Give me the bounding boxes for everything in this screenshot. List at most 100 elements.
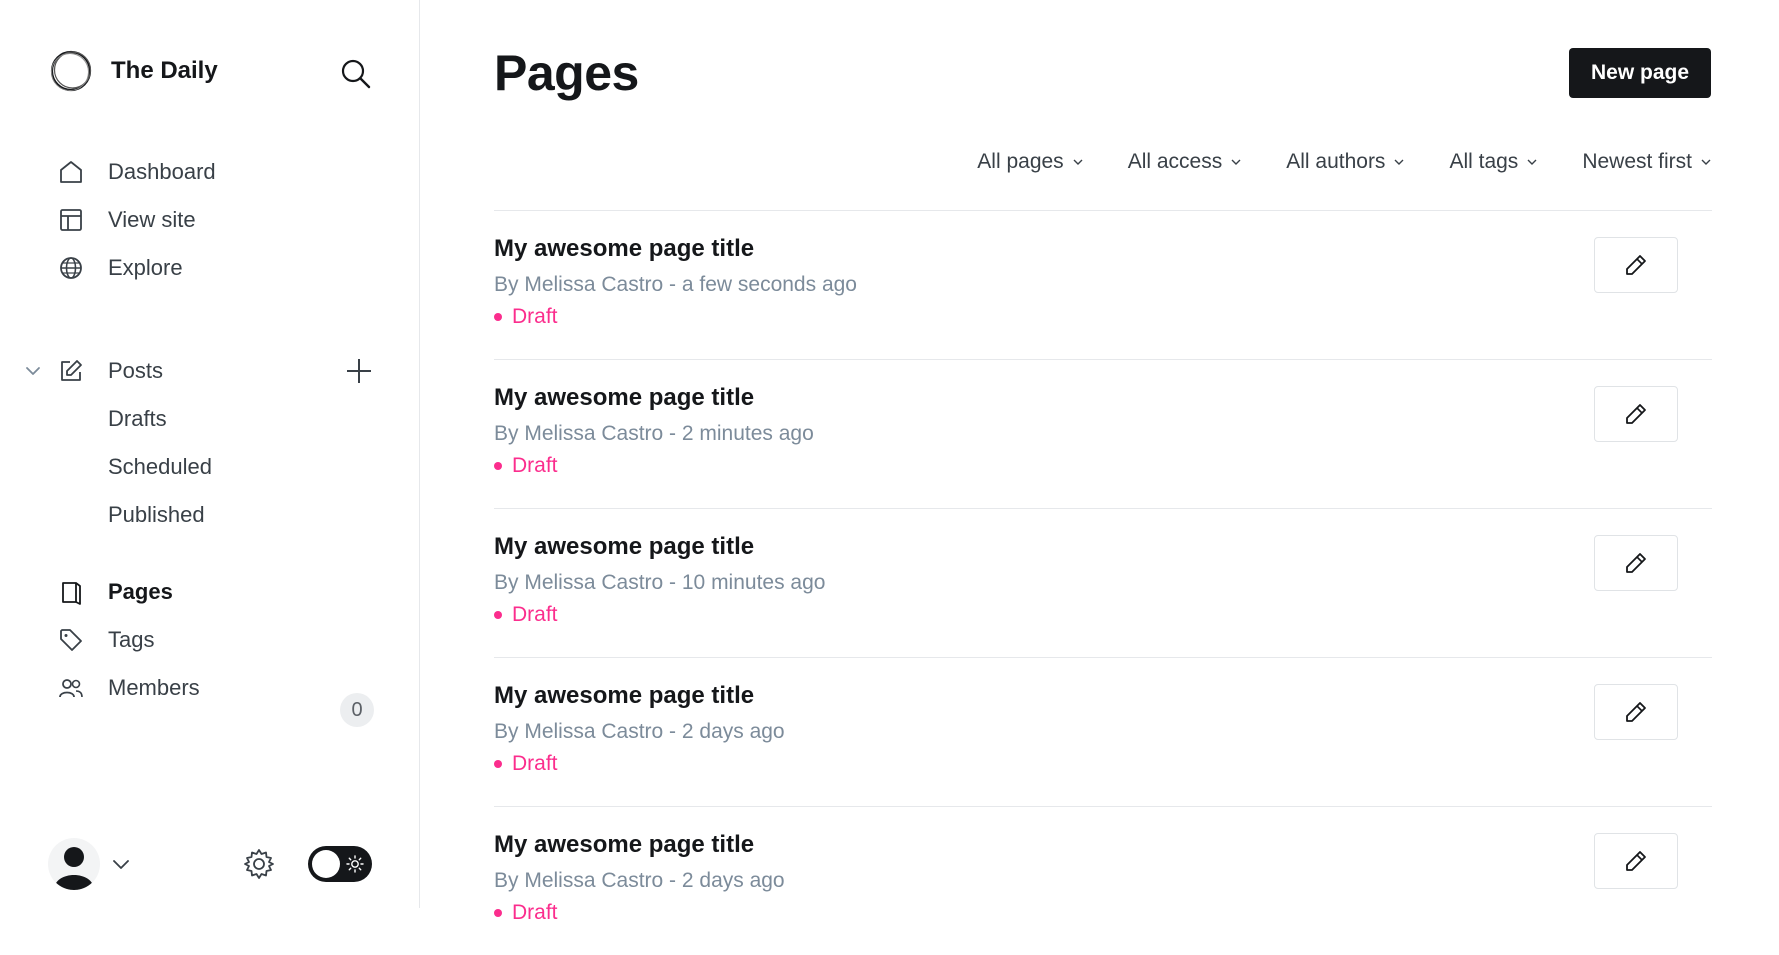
nav-members[interactable]: Members xyxy=(56,670,200,706)
nav-scheduled-label: Scheduled xyxy=(108,454,212,479)
list-item[interactable]: My awesome page title By Melissa Castro … xyxy=(494,657,1712,806)
pencil-icon xyxy=(1626,851,1646,871)
filter-authors-dropdown[interactable]: All authors xyxy=(1286,150,1405,174)
page-meta: By Melissa Castro - 10 minutes ago xyxy=(494,571,826,594)
user-avatar-icon xyxy=(54,847,94,890)
brand[interactable]: The Daily xyxy=(48,48,218,94)
nav-dashboard[interactable]: Dashboard xyxy=(56,154,216,190)
filter-label: All access xyxy=(1127,150,1223,173)
home-icon xyxy=(56,157,86,187)
list-item[interactable]: My awesome page title By Melissa Castro … xyxy=(494,806,1712,955)
status-label: Draft xyxy=(512,305,558,328)
nav-tags-label: Tags xyxy=(108,627,155,652)
page-title-link[interactable]: My awesome page title xyxy=(494,682,754,710)
nav-scheduled[interactable]: Scheduled xyxy=(108,449,212,485)
chevron-down-icon xyxy=(1527,159,1537,165)
new-page-button[interactable]: New page xyxy=(1569,48,1711,98)
status-label: Draft xyxy=(512,454,558,477)
page-meta: By Melissa Castro - a few seconds ago xyxy=(494,273,857,296)
page-title-link[interactable]: My awesome page title xyxy=(494,831,754,859)
nav-explore-label: Explore xyxy=(108,255,183,280)
status-label: Draft xyxy=(512,752,558,775)
nav-members-label: Members xyxy=(108,675,200,700)
status-badge: Draft xyxy=(494,603,558,627)
status-label: Draft xyxy=(512,901,558,924)
status-dot xyxy=(494,909,502,917)
tag-icon xyxy=(56,625,86,655)
nav-explore[interactable]: Explore xyxy=(56,250,183,286)
nav-posts-label: Posts xyxy=(108,358,164,383)
page-title: Pages xyxy=(494,45,639,101)
pencil-icon xyxy=(1626,553,1646,573)
pencil-icon xyxy=(1626,702,1646,722)
edit-page-button[interactable] xyxy=(1594,237,1678,293)
status-badge: Draft xyxy=(494,454,558,478)
filter-access-dropdown[interactable]: All access xyxy=(1128,150,1243,174)
avatar[interactable] xyxy=(48,838,100,890)
filter-pages-dropdown[interactable]: All pages xyxy=(977,150,1083,174)
filter-label: Newest first xyxy=(1582,150,1692,173)
chevron-down-icon xyxy=(1073,159,1083,165)
pencil-icon xyxy=(1626,255,1646,275)
edit-page-button[interactable] xyxy=(1594,684,1678,740)
list-item[interactable]: My awesome page title By Melissa Castro … xyxy=(494,359,1712,508)
chevron-down-icon xyxy=(1231,159,1241,165)
edit-page-button[interactable] xyxy=(1594,833,1678,889)
page-title-link[interactable]: My awesome page title xyxy=(494,533,754,561)
main-content: Pages New page All pages All access All … xyxy=(494,0,1712,924)
nav-published-label: Published xyxy=(108,502,205,527)
layout-icon xyxy=(56,205,86,235)
nav-tags[interactable]: Tags xyxy=(56,622,154,658)
filter-bar: All pages All access All authors All tag… xyxy=(933,150,1712,174)
nav-pages[interactable]: Pages xyxy=(56,574,173,610)
page-title-link[interactable]: My awesome page title xyxy=(494,384,754,412)
page-meta: By Melissa Castro - 2 days ago xyxy=(494,869,785,892)
search-icon[interactable] xyxy=(338,56,374,92)
chevron-down-icon xyxy=(1394,159,1404,165)
edit-page-button[interactable] xyxy=(1594,386,1678,442)
status-dot xyxy=(494,462,502,470)
filter-tags-dropdown[interactable]: All tags xyxy=(1449,150,1538,174)
gear-icon[interactable] xyxy=(242,847,276,881)
nav-posts[interactable]: Posts xyxy=(56,353,163,389)
user-menu-chevron-icon[interactable] xyxy=(110,853,132,875)
status-badge: Draft xyxy=(494,901,558,925)
chevron-down-icon[interactable] xyxy=(22,360,44,382)
page-meta: By Melissa Castro - 2 minutes ago xyxy=(494,422,814,445)
filter-label: All pages xyxy=(977,150,1064,173)
filter-label: All authors xyxy=(1286,150,1386,173)
pencil-icon xyxy=(1626,404,1646,424)
list-item[interactable]: My awesome page title By Melissa Castro … xyxy=(494,508,1712,657)
status-label: Draft xyxy=(512,603,558,626)
edit-page-button[interactable] xyxy=(1594,535,1678,591)
brand-logo-icon xyxy=(50,50,92,92)
nav-published[interactable]: Published xyxy=(108,497,205,533)
list-item[interactable]: My awesome page title By Melissa Castro … xyxy=(494,210,1712,359)
theme-toggle[interactable] xyxy=(308,846,372,882)
sidebar: The Daily Dashboard View site Explore Po… xyxy=(0,0,420,908)
nav-view-site-label: View site xyxy=(108,207,196,232)
sun-icon xyxy=(346,855,364,873)
users-icon xyxy=(56,673,86,703)
nav-pages-label: Pages xyxy=(108,579,173,604)
members-count-badge: 0 xyxy=(340,693,374,727)
toggle-knob xyxy=(312,850,340,878)
brand-name: The Daily xyxy=(111,57,218,84)
status-badge: Draft xyxy=(494,752,558,776)
pages-list: My awesome page title By Melissa Castro … xyxy=(494,210,1712,955)
sort-order-dropdown[interactable]: Newest first xyxy=(1582,150,1712,174)
nav-drafts[interactable]: Drafts xyxy=(108,401,167,437)
filter-label: All tags xyxy=(1449,150,1519,173)
page-meta: By Melissa Castro - 2 days ago xyxy=(494,720,785,743)
chevron-down-icon xyxy=(1701,159,1711,165)
add-post-icon[interactable] xyxy=(344,356,374,386)
nav-dashboard-label: Dashboard xyxy=(108,159,216,184)
globe-icon xyxy=(56,253,86,283)
status-dot xyxy=(494,611,502,619)
nav-view-site[interactable]: View site xyxy=(56,202,196,238)
page-icon xyxy=(56,577,86,607)
status-dot xyxy=(494,313,502,321)
nav-drafts-label: Drafts xyxy=(108,406,167,431)
status-dot xyxy=(494,760,502,768)
page-title-link[interactable]: My awesome page title xyxy=(494,235,754,263)
